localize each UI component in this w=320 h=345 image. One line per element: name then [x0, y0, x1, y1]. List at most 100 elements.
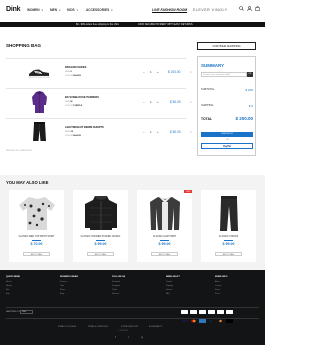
twitter-icon[interactable]: t — [128, 336, 129, 339]
legal-link[interactable]: TERMS & CONDITIONS — [88, 326, 108, 328]
footer-link[interactable]: About — [215, 281, 220, 283]
puffer-jacket-image[interactable] — [81, 194, 121, 232]
qty-decrease-button[interactable]: − — [143, 100, 145, 104]
subtotal-value: $ 200 — [245, 88, 253, 92]
legal-link[interactable]: STORE DIRECTORY — [121, 326, 138, 328]
footer-link[interactable]: Bags — [60, 293, 64, 295]
user-icon[interactable] — [247, 6, 252, 11]
add-to-bag-button[interactable]: ADD TO BAG — [23, 252, 50, 256]
sale-badge: -20% — [184, 190, 192, 193]
printed-shirt-image[interactable] — [17, 194, 57, 232]
discover-icon — [217, 310, 224, 323]
footer-link[interactable]: Women — [6, 285, 12, 287]
live-fashion-room-link[interactable]: LIVE FASHION ROOM — [152, 8, 187, 12]
qty-value[interactable]: 1 — [150, 100, 152, 104]
item-color: COLOR BLACK — [65, 135, 82, 137]
footer-column-title: QUICK MENU — [6, 276, 21, 278]
footer-link[interactable]: Shipping — [166, 285, 173, 287]
promo-text-secure: 100% SECURE PAYMENT WITH EASY RETURNS — [138, 23, 193, 26]
bag-icon[interactable] — [255, 6, 260, 11]
footer-link[interactable]: Pinterest — [112, 293, 119, 295]
footer-divider — [6, 318, 259, 319]
chevron-down-icon: ▾ — [76, 9, 78, 12]
slim-shirt-image[interactable] — [145, 194, 185, 232]
facebook-icon[interactable]: f — [115, 336, 116, 339]
chinos-image[interactable] — [209, 194, 249, 232]
breadcrumb[interactable]: PRODUCTS / CHECKOUT — [6, 150, 32, 152]
footer-link[interactable]: Twitter — [112, 289, 117, 291]
shorts-image[interactable] — [32, 121, 47, 143]
footer-link[interactable]: Returns — [166, 289, 172, 291]
continue-shopping-button[interactable]: CONTINUE SHOPPING — [197, 42, 256, 50]
instagram-icon[interactable]: ◎ — [141, 336, 143, 339]
site-footer — [0, 270, 265, 345]
remove-item-icon[interactable]: × — [190, 130, 192, 134]
product-card[interactable]: CLASSIC MEN TOP PRINT SHIRT $ 70.00 ADD … — [9, 190, 64, 262]
shipping-country-select[interactable]: USA — [20, 310, 33, 314]
paypal-checkout-button[interactable]: PayPal — [201, 143, 253, 149]
qty-decrease-button[interactable]: − — [143, 130, 145, 134]
product-card[interactable]: CLASSIC HOODED PUFFER JACKET $ 99.00 ADD… — [73, 190, 128, 262]
footer-column-title: NEED HELP? — [166, 276, 180, 278]
qty-increase-button[interactable]: + — [157, 130, 159, 134]
subtotal-label: SUBTOTAL — [201, 88, 215, 91]
nav-women[interactable]: WOMEN ▾ — [27, 8, 43, 12]
footer-link[interactable]: Dresses — [60, 281, 67, 283]
add-to-bag-button[interactable]: ADD TO BAG — [215, 252, 242, 256]
item-name[interactable]: DRAGON SHOES — [65, 66, 86, 69]
footer-link[interactable]: Contact — [166, 281, 172, 283]
footer-link[interactable]: Stores — [215, 289, 220, 291]
shoe-image[interactable] — [28, 65, 50, 79]
nav-kids[interactable]: KIDS ▾ — [67, 8, 78, 12]
item-size: SIZE M — [65, 101, 73, 103]
footer-column-title: MORE INFO — [215, 276, 228, 278]
site-logo[interactable]: Dink — [6, 6, 21, 13]
footer-link[interactable]: Careers — [215, 285, 221, 287]
legal-link[interactable]: ACCESSIBILITY — [149, 326, 162, 328]
qty-increase-button[interactable]: + — [157, 70, 159, 74]
product-card[interactable]: CLASSIC CHINOS $ 99.00 ADD TO BAG — [201, 190, 256, 262]
product-card[interactable]: -20% CLASSIC SLIM SHIRT $ 99.00 ADD TO B… — [137, 190, 192, 262]
user-name[interactable]: ELEVER VINOLY — [193, 8, 228, 12]
qty-increase-button[interactable]: + — [157, 100, 159, 104]
footer-link[interactable]: Kids — [6, 293, 10, 295]
search-icon[interactable] — [239, 6, 244, 11]
promo-apply-button[interactable]: OK — [247, 72, 253, 77]
total-label: TOTAL — [201, 117, 212, 121]
item-color: COLOR PURPLE — [65, 105, 83, 107]
footer-link[interactable]: FAQ — [166, 293, 170, 295]
item-name[interactable]: BS SUNBLOUSE PARDERS — [65, 96, 99, 99]
add-to-bag-button[interactable]: ADD TO BAG — [151, 252, 178, 256]
jacket-image[interactable] — [31, 90, 48, 114]
footer-link[interactable]: Facebook — [112, 281, 120, 283]
footer-link[interactable]: Tops — [60, 285, 64, 287]
item-name[interactable]: LIGHTWEIGHT DENIM SHORTS — [65, 126, 104, 129]
footer-link[interactable]: Press — [215, 293, 220, 295]
item-size: SIZE 32 — [65, 131, 73, 133]
divider — [224, 240, 233, 241]
promo-code-input[interactable]: Do you have a promo code? — [201, 72, 247, 77]
cart-item: DRAGON SHOES SIZE 6 COLOR BLACK − 1 + $ … — [6, 58, 192, 85]
qty-value[interactable]: 1 — [150, 70, 152, 74]
svg-text:VISA: VISA — [182, 320, 188, 323]
divider — [96, 240, 105, 241]
remove-item-icon[interactable]: × — [190, 70, 192, 74]
product-price: $ 70.00 — [30, 242, 43, 246]
remove-item-icon[interactable]: × — [190, 100, 192, 104]
qty-decrease-button[interactable]: − — [143, 70, 145, 74]
chevron-down-icon: ▾ — [111, 9, 113, 12]
legal-link[interactable]: PRIVACY & COOKIES — [58, 326, 76, 328]
checkout-button[interactable]: CHECKOUT — [201, 132, 253, 137]
footer-link[interactable]: Men — [6, 289, 10, 291]
item-color: COLOR BLACK — [65, 75, 82, 77]
nav-accessories[interactable]: ACCESSORIES ▾ — [86, 8, 112, 12]
product-name: CLASSIC CHINOS — [218, 236, 239, 238]
qty-value[interactable]: 1 — [150, 130, 152, 134]
item-price: $ 50.00 — [170, 100, 181, 104]
footer-link[interactable]: Shoes — [60, 289, 65, 291]
add-to-bag-button[interactable]: ADD TO BAG — [87, 252, 114, 256]
product-name: CLASSIC HOODED PUFFER JACKET — [80, 236, 121, 238]
nav-men[interactable]: MEN ▾ — [50, 8, 60, 12]
footer-link[interactable]: Instagram — [112, 285, 120, 287]
footer-link[interactable]: New In — [6, 281, 12, 283]
